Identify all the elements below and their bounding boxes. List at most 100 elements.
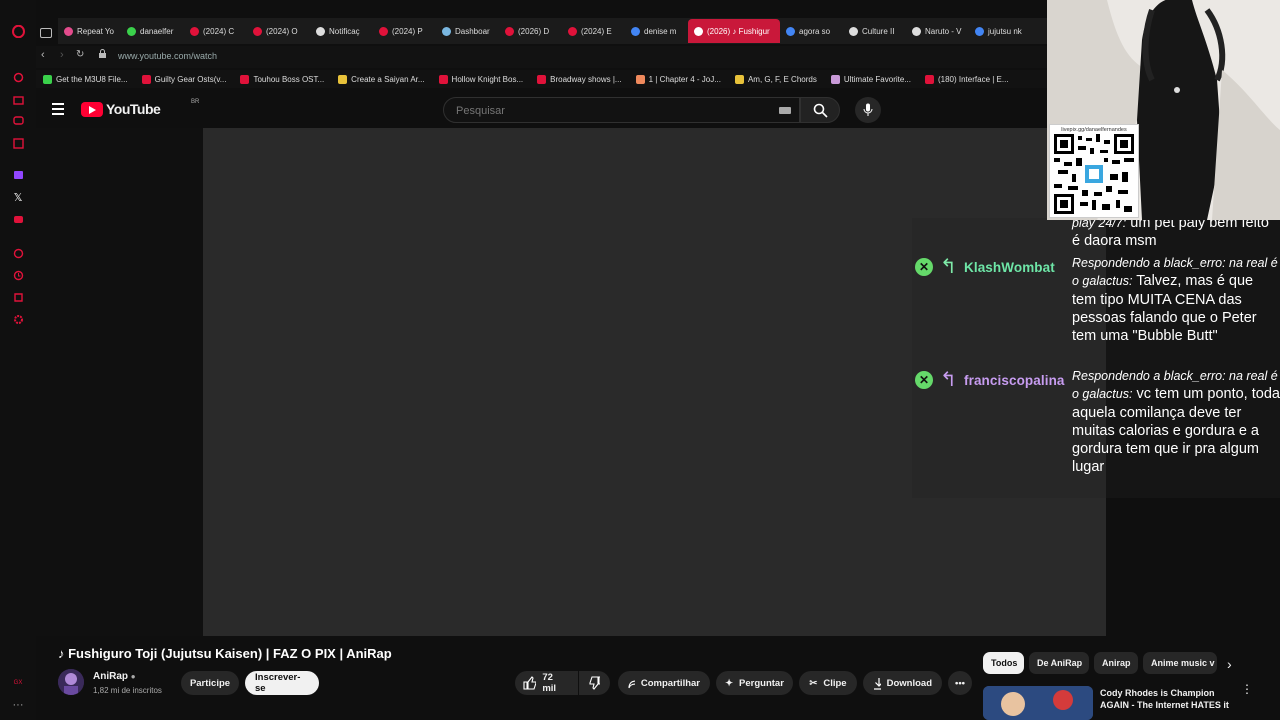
browser-tab[interactable]: denise m <box>625 19 688 43</box>
chip-next-icon[interactable]: › <box>1227 656 1232 672</box>
browser-tab[interactable]: (2026) D <box>499 19 562 43</box>
player-icon[interactable] <box>11 136 25 150</box>
related-thumbnail[interactable] <box>983 686 1093 720</box>
subscriber-count: 1,82 mi de inscritos <box>93 686 162 695</box>
channel-name[interactable]: AniRap ● <box>93 671 136 682</box>
download-icon <box>874 677 881 690</box>
tab-favicon-icon <box>190 26 199 36</box>
keyboard-icon[interactable] <box>779 107 791 114</box>
history-icon[interactable] <box>11 268 25 282</box>
clip-button[interactable]: ✂ Clipe <box>799 671 857 695</box>
tab-label: Repeat Yo <box>77 26 114 36</box>
chip-anime-music[interactable]: Anime music v <box>1143 652 1217 674</box>
video-title: ♪ Fushiguro Toji (Jujutsu Kaisen) | FAZ … <box>58 646 392 661</box>
subscribe-button[interactable]: Inscrever-se <box>245 671 319 695</box>
related-more-icon[interactable]: ⋮ <box>1241 683 1253 695</box>
browser-tab[interactable]: agora so <box>780 19 843 43</box>
stream-chat-overlay: play 24/7: um pet paly bem feito é daora… <box>912 215 1280 498</box>
browser-tab[interactable]: (2024) O <box>247 19 310 43</box>
browser-tab[interactable]: (2024) C <box>184 19 247 43</box>
chat-username: KlashWombat <box>964 260 1055 275</box>
aria-icon[interactable] <box>11 70 25 84</box>
settings-icon[interactable] <box>11 312 25 326</box>
bookmark-favicon-icon <box>141 74 151 84</box>
tab-label: agora so <box>799 26 831 36</box>
ask-button[interactable]: ✦ Perguntar <box>716 671 793 695</box>
share-button[interactable]: Compartilhar <box>618 671 710 695</box>
reload-icon[interactable]: ↻ <box>76 49 84 60</box>
browser-tab[interactable]: (2026) ♪ Fushigur <box>688 19 780 43</box>
download-button[interactable]: Download <box>863 671 942 695</box>
reply-icon: ↰ <box>940 369 957 391</box>
tab-favicon-icon <box>849 26 858 36</box>
dislike-button[interactable] <box>579 671 610 695</box>
tab-favicon-icon <box>568 26 577 36</box>
shop-icon[interactable] <box>11 92 25 106</box>
bookmark-item[interactable]: Get the M3U8 File... <box>36 74 135 84</box>
bookmarks-bar: Get the M3U8 File... Guilty Gear Osts(v..… <box>36 70 1048 88</box>
tab-label: (2024) O <box>266 26 298 36</box>
browser-tab[interactable]: jujutsu nk <box>969 19 1032 43</box>
browser-tab[interactable]: Dashboar <box>436 19 499 43</box>
vpn-icon[interactable] <box>11 246 25 260</box>
join-button[interactable]: Participe <box>181 671 239 695</box>
chip-channel[interactable]: De AniRap <box>1029 652 1089 674</box>
chip-all[interactable]: Todos <box>983 652 1024 674</box>
more-icon[interactable]: ··· <box>11 698 25 712</box>
more-actions-button[interactable]: ••• <box>948 671 972 695</box>
gx-icon[interactable]: GX <box>11 676 25 690</box>
bookmark-item[interactable]: Guilty Gear Osts(v... <box>135 74 234 84</box>
browser-tab[interactable]: Culture II <box>843 19 906 43</box>
chat-icon[interactable] <box>11 114 25 128</box>
opera-logo-icon[interactable] <box>11 24 25 38</box>
bookmark-item[interactable]: Am, G, F, E Chords <box>728 74 824 84</box>
tab-label: (2026) D <box>518 26 550 36</box>
url-field[interactable]: www.youtube.com/watch <box>118 51 217 61</box>
tab-overview-icon[interactable] <box>40 25 52 43</box>
browser-tab[interactable]: (2024) E <box>562 19 625 43</box>
browser-tab[interactable]: danaelfer <box>121 19 184 43</box>
search-box[interactable] <box>443 97 800 123</box>
forward-icon[interactable]: › <box>60 49 64 61</box>
chip-anirap[interactable]: Anirap <box>1094 652 1138 674</box>
search-button[interactable] <box>800 97 840 123</box>
twitch-icon[interactable] <box>11 168 25 182</box>
tab-label: (2024) E <box>581 26 612 36</box>
bookmark-item[interactable]: Broadway shows |... <box>530 74 628 84</box>
bookmark-item[interactable]: Ultimate Favorite... <box>824 74 918 84</box>
x-icon[interactable]: 𝕏 <box>11 190 25 204</box>
bookmark-item[interactable]: Hollow Knight Bos... <box>432 74 531 84</box>
menu-icon[interactable] <box>52 103 64 115</box>
bookmark-item[interactable]: Create a Saiyan Ar... <box>331 74 431 84</box>
back-icon[interactable]: ‹ <box>41 49 45 61</box>
chat-text: Respondendo a black_erro: na real é o ga… <box>1072 367 1280 477</box>
youtube-sidebar-icon[interactable] <box>11 212 25 226</box>
like-button[interactable]: 72 mil <box>515 671 578 695</box>
browser-sidebar: 𝕏 GX ··· <box>0 0 36 720</box>
chat-username: franciscopalina <box>964 373 1065 388</box>
bookmark-item[interactable]: (180) Interface | E... <box>918 74 1016 84</box>
browser-tab[interactable]: (2024) P <box>373 19 436 43</box>
browser-tab[interactable]: Notificaç <box>310 19 373 43</box>
bookmark-item[interactable]: 1 | Chapter 4 - JoJ... <box>629 74 728 84</box>
tab-favicon-icon <box>253 26 262 36</box>
related-video-title[interactable]: Cody Rhodes is Champion AGAIN - The Inte… <box>1100 687 1230 711</box>
voice-search-button[interactable] <box>855 97 881 123</box>
address-bar: ‹ › ↻ www.youtube.com/watch <box>36 46 1048 68</box>
tab-favicon-icon <box>505 26 514 36</box>
bookmark-label: Get the M3U8 File... <box>56 74 128 84</box>
bookmark-item[interactable]: Touhou Boss OST... <box>233 74 331 84</box>
tab-favicon-icon <box>786 26 795 36</box>
chat-text: Respondendo a black_erro: na real é o ga… <box>1072 254 1280 345</box>
search-input[interactable] <box>454 104 754 118</box>
extensions-icon[interactable] <box>11 290 25 304</box>
bookmark-favicon-icon <box>537 74 547 84</box>
browser-tab[interactable]: Repeat Yo <box>58 19 121 43</box>
browser-tab[interactable]: Naruto - V <box>906 19 969 43</box>
bookmark-label: (180) Interface | E... <box>937 74 1009 84</box>
mod-badge-icon: ✕ <box>915 258 933 276</box>
channel-avatar[interactable] <box>58 669 84 695</box>
tab-label: (2024) C <box>203 26 235 36</box>
youtube-logo[interactable]: YouTube BR <box>81 99 199 117</box>
mic-icon <box>863 103 873 116</box>
